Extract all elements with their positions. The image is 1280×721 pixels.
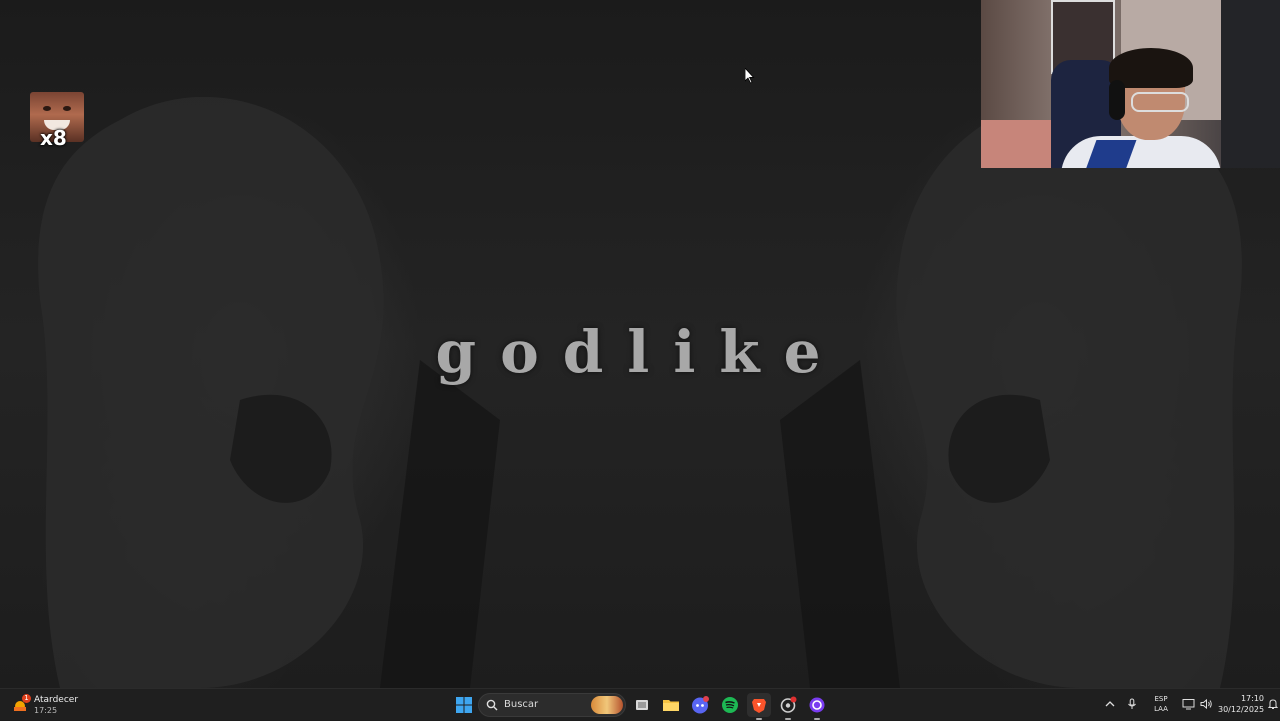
webcam-person-shirt — [1061, 136, 1221, 168]
video-title-text: godlike — [435, 318, 845, 386]
windows-icon — [456, 697, 472, 713]
weather-widget[interactable]: 1 Atardecer 17:25 — [10, 691, 100, 719]
search-icon — [486, 699, 498, 711]
emote-eye — [63, 106, 71, 111]
webcam-bed — [981, 120, 1051, 168]
brave-icon — [752, 699, 766, 713]
search-label: Buscar — [504, 699, 539, 710]
webcam-person-glasses — [1131, 92, 1189, 112]
search-highlight-image — [591, 696, 623, 714]
app-button[interactable] — [776, 693, 800, 720]
clock-time: 17:10 — [1240, 694, 1264, 703]
clock-date: 30/12/2025 — [1218, 705, 1265, 714]
webcam-overlay — [981, 0, 1280, 168]
folder-icon — [663, 700, 679, 711]
circle-app-icon — [809, 697, 825, 713]
task-view-button[interactable] — [630, 693, 654, 717]
webcam-clothes-rack — [1221, 0, 1280, 168]
app-icon — [780, 696, 797, 713]
language-code: ESP — [1154, 695, 1168, 703]
emote-multiplier-label: x8 — [40, 126, 67, 150]
taskbar: 1 Atardecer 17:25 Buscar ESP LAA 17:10 3… — [0, 688, 1280, 720]
system-tray: ESP LAA 17:10 30/12/2025 — [1090, 689, 1280, 721]
weather-time: 17:25 — [34, 706, 58, 715]
discord-icon — [692, 696, 709, 714]
brave-button[interactable] — [747, 693, 771, 720]
headset-icon — [1109, 80, 1125, 120]
discord-button[interactable] — [688, 693, 712, 717]
weather-label: Atardecer — [34, 695, 79, 705]
spotify-button[interactable] — [718, 693, 742, 717]
microphone-icon[interactable] — [1126, 698, 1138, 710]
start-button[interactable] — [452, 693, 476, 717]
keyboard-layout-code: LAA — [1154, 705, 1168, 713]
purple-app-button[interactable] — [805, 693, 829, 720]
weather-notification-badge: 1 — [22, 694, 31, 703]
chevron-up-icon[interactable] — [1104, 698, 1116, 710]
taskbar-search-box[interactable]: Buscar — [478, 693, 626, 717]
volume-icon[interactable] — [1200, 698, 1214, 710]
spotify-icon — [722, 697, 738, 713]
notification-bell-icon[interactable] — [1267, 698, 1279, 710]
language-indicator[interactable]: ESP LAA — [1148, 694, 1174, 716]
emote-overlay: x8 — [30, 92, 84, 150]
task-view-icon — [636, 700, 648, 710]
file-explorer-button[interactable] — [659, 693, 683, 717]
taskbar-clock[interactable]: 17:10 30/12/2025 — [1218, 693, 1264, 715]
network-icon[interactable] — [1182, 698, 1196, 710]
emote-eye — [43, 106, 51, 111]
